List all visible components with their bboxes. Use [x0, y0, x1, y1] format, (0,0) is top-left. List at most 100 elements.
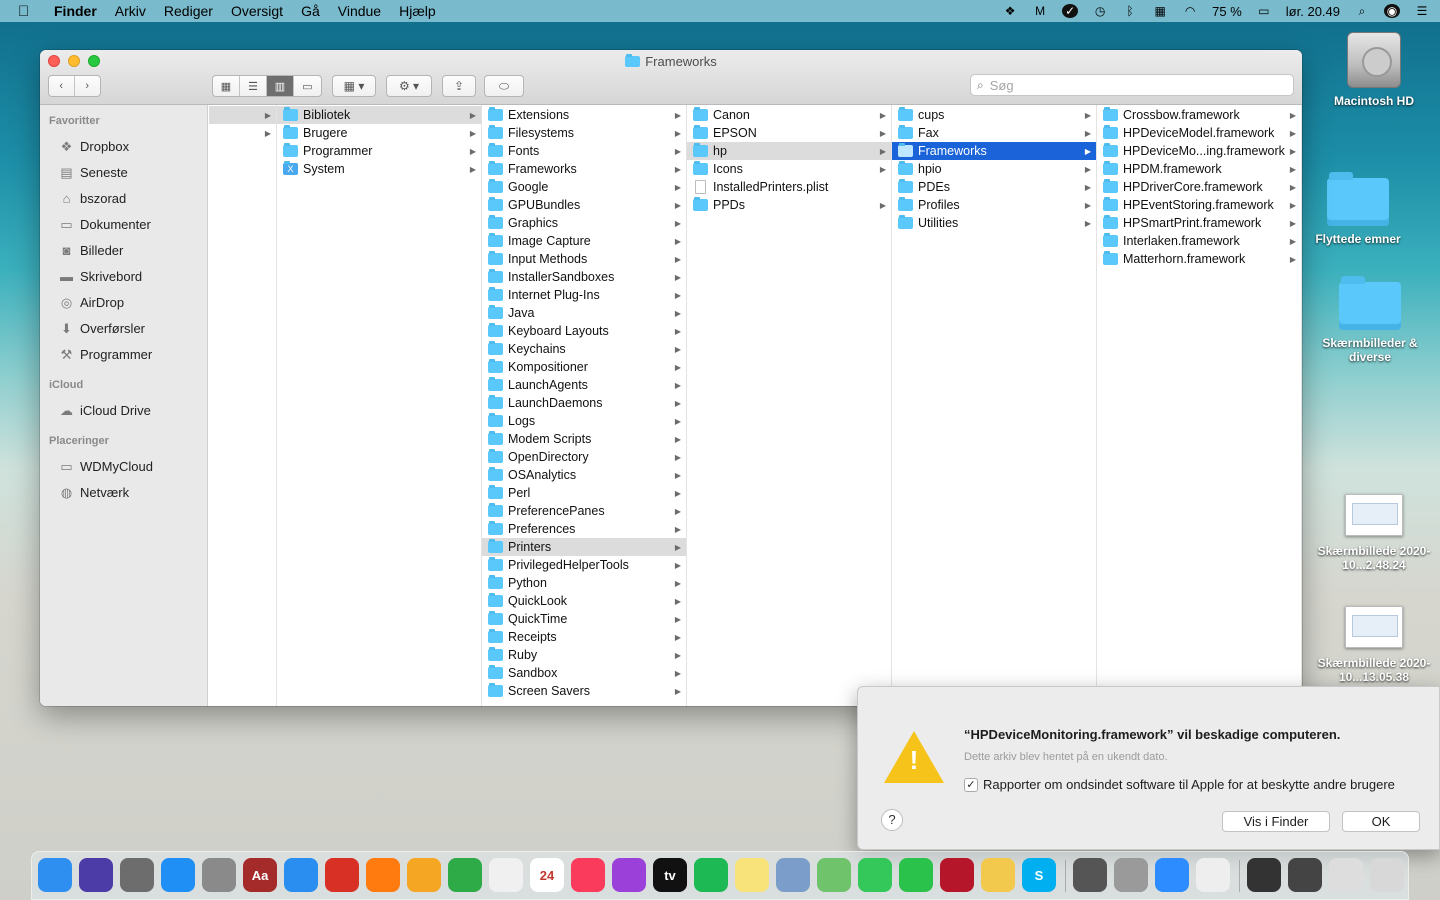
column-row[interactable]: Screen Savers ▶: [482, 682, 686, 700]
dock-spotify-icon[interactable]: [694, 858, 728, 892]
column-row[interactable]: PDEs ▶: [892, 178, 1096, 196]
dock-notes-icon[interactable]: [735, 858, 769, 892]
column-row[interactable]: LaunchDaemons ▶: [482, 394, 686, 412]
list-view-button[interactable]: ☰: [240, 76, 267, 96]
column-row[interactable]: LaunchAgents ▶: [482, 376, 686, 394]
dock-apple-tv-icon[interactable]: tv: [653, 858, 687, 892]
desktop-item-skaermbilleder[interactable]: Skærmbilleder & diverse: [1310, 276, 1430, 364]
dock-podcasts-icon[interactable]: [612, 858, 646, 892]
dock-calendar-icon[interactable]: 24: [530, 858, 564, 892]
column-row[interactable]: Java ▶: [482, 304, 686, 322]
dock-safari-icon[interactable]: [284, 858, 318, 892]
column-row[interactable]: QuickTime ▶: [482, 610, 686, 628]
column-row[interactable]: Interlaken.framework ▶: [1097, 232, 1301, 250]
sidebar-item-billeder[interactable]: ◙ Billeder: [40, 237, 207, 263]
help-button[interactable]: ?: [881, 809, 903, 831]
dock-facetime-icon[interactable]: [899, 858, 933, 892]
dock-screenshot-2-icon[interactable]: [1288, 858, 1322, 892]
dock-disk-utility-icon[interactable]: [1114, 858, 1148, 892]
column-row[interactable]: HPDeviceMo...ing.framework ▶: [1097, 142, 1301, 160]
search-input[interactable]: ⌕ Søg: [970, 74, 1294, 96]
column-row[interactable]: Google ▶: [482, 178, 686, 196]
sidebar-item-bszorad[interactable]: ⌂ bszorad: [40, 185, 207, 211]
column-row[interactable]: InstalledPrinters.plist: [687, 178, 891, 196]
sidebar-item-icloud-drive[interactable]: ☁ iCloud Drive: [40, 397, 207, 423]
column-row[interactable]: Receipts ▶: [482, 628, 686, 646]
column-row[interactable]: Programmer ▶: [277, 142, 481, 160]
column-row[interactable]: PrivilegedHelperTools ▶: [482, 556, 686, 574]
dock-finder-icon[interactable]: [38, 858, 72, 892]
dock-numbers-icon[interactable]: [448, 858, 482, 892]
battery-icon[interactable]: ▭: [1256, 4, 1272, 18]
column-row[interactable]: Frameworks ▶: [482, 160, 686, 178]
column-row[interactable]: Extensions ▶: [482, 106, 686, 124]
column-row[interactable]: Sandbox ▶: [482, 664, 686, 682]
dock-chrome-icon[interactable]: [325, 858, 359, 892]
dock-maps-icon[interactable]: [817, 858, 851, 892]
column-row[interactable]: Brugere ▶: [277, 124, 481, 142]
menu-vindue[interactable]: Vindue: [338, 3, 381, 19]
column-row[interactable]: Input Methods ▶: [482, 250, 686, 268]
column-row[interactable]: PPDs ▶: [687, 196, 891, 214]
column-row[interactable]: Printers ▶: [482, 538, 686, 556]
action-button[interactable]: ⚙ ▾: [386, 75, 432, 97]
dropbox-status-icon[interactable]: ❖: [1002, 4, 1018, 18]
dock-system-preferences-icon[interactable]: [120, 858, 154, 892]
column-row[interactable]: Matterhorn.framework ▶: [1097, 250, 1301, 268]
sidebar-item-programmer[interactable]: ⚒ Programmer: [40, 341, 207, 367]
column-row[interactable]: Preferences ▶: [482, 520, 686, 538]
column-row[interactable]: Icons ▶: [687, 160, 891, 178]
dock-skype-icon[interactable]: S: [1022, 858, 1056, 892]
battery-percent[interactable]: 75 %: [1212, 4, 1242, 19]
back-button[interactable]: ‹: [49, 76, 75, 96]
siri-icon[interactable]: ◉: [1384, 4, 1400, 18]
notification-center-icon[interactable]: ☰: [1414, 4, 1430, 18]
group-button[interactable]: ▦ ▾: [332, 75, 376, 97]
column-row[interactable]: Fax ▶: [892, 124, 1096, 142]
column-row[interactable]: ▶: [209, 106, 276, 124]
column-row[interactable]: Canon ▶: [687, 106, 891, 124]
column-row[interactable]: Profiles ▶: [892, 196, 1096, 214]
column-row[interactable]: Utilities ▶: [892, 214, 1096, 232]
share-button[interactable]: ⇪: [442, 75, 476, 97]
menu-oversigt[interactable]: Oversigt: [231, 3, 283, 19]
sidebar-item-dokumenter[interactable]: ▭ Dokumenter: [40, 211, 207, 237]
column-row[interactable]: Graphics ▶: [482, 214, 686, 232]
column-row[interactable]: Kompositioner ▶: [482, 358, 686, 376]
gallery-view-button[interactable]: ▭: [294, 76, 321, 96]
column-row[interactable]: PreferencePanes ▶: [482, 502, 686, 520]
menu-hjaelp[interactable]: Hjælp: [399, 3, 436, 19]
column-row[interactable]: EPSON ▶: [687, 124, 891, 142]
column-row[interactable]: ▶: [209, 124, 276, 142]
icon-view-button[interactable]: ▦: [213, 76, 240, 96]
dock-screenshot-3-icon[interactable]: [1329, 858, 1363, 892]
dock-siri-icon[interactable]: [79, 858, 113, 892]
column-view-button[interactable]: ▥: [267, 76, 294, 96]
dock-pages-icon[interactable]: [407, 858, 441, 892]
ok-button[interactable]: OK: [1342, 811, 1420, 832]
column-row[interactable]: Frameworks ▶: [892, 142, 1096, 160]
sidebar-item-dropbox[interactable]: ❖ Dropbox: [40, 133, 207, 159]
sidebar-item-airdrop[interactable]: ◎ AirDrop: [40, 289, 207, 315]
spotlight-search-icon[interactable]: ⌕: [1354, 4, 1370, 18]
column-row[interactable]: Bibliotek ▶: [277, 106, 481, 124]
dock-calculator-icon[interactable]: [1073, 858, 1107, 892]
column-row[interactable]: OpenDirectory ▶: [482, 448, 686, 466]
menu-ga[interactable]: Gå: [301, 3, 320, 19]
column-row[interactable]: Keychains ▶: [482, 340, 686, 358]
column-row[interactable]: GPUBundles ▶: [482, 196, 686, 214]
column-row[interactable]: InstallerSandboxes ▶: [482, 268, 686, 286]
column-row[interactable]: OSAnalytics ▶: [482, 466, 686, 484]
column-row[interactable]: Ruby ▶: [482, 646, 686, 664]
menu-rediger[interactable]: Rediger: [164, 3, 213, 19]
menu-app-finder[interactable]: Finder: [54, 3, 97, 19]
dock-trash-icon[interactable]: [1370, 858, 1404, 892]
menu-clock[interactable]: lør. 20.49: [1286, 4, 1340, 19]
sidebar-item-wdmycloud[interactable]: ▭ WDMyCloud: [40, 453, 207, 479]
sidebar-item-seneste[interactable]: ▤ Seneste: [40, 159, 207, 185]
column-row[interactable]: HPDeviceModel.framework ▶: [1097, 124, 1301, 142]
dock-music-icon[interactable]: [571, 858, 605, 892]
show-in-finder-button[interactable]: Vis i Finder: [1222, 811, 1330, 832]
forward-button[interactable]: ›: [75, 76, 100, 96]
column-row[interactable]: Perl ▶: [482, 484, 686, 502]
